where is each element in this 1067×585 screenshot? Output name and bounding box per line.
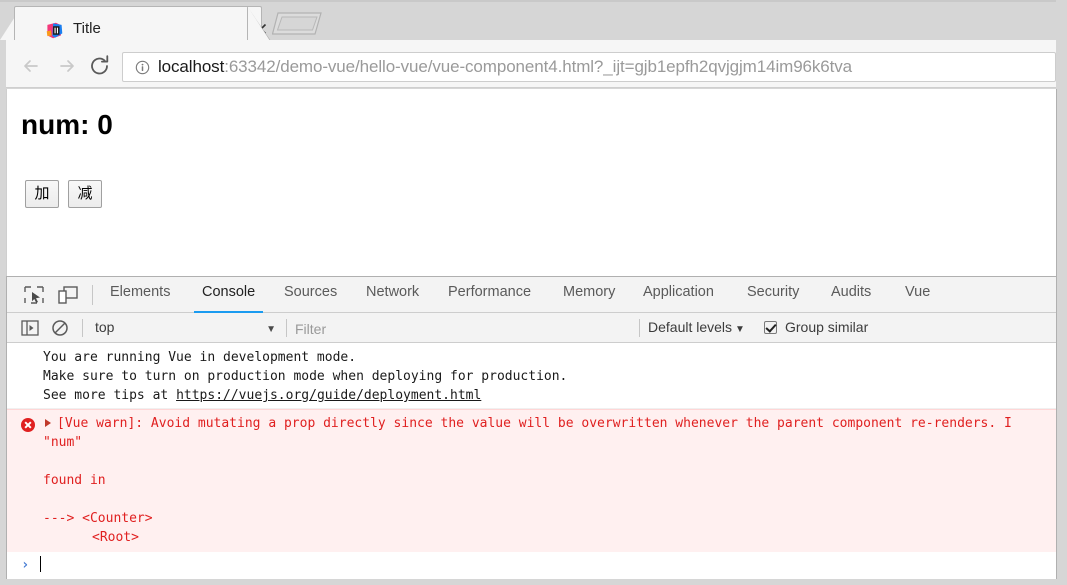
url-text: localhost:63342/demo-vue/hello-vue/vue-c…	[158, 57, 852, 77]
console-error-line-4: ---> <Counter>	[43, 511, 153, 526]
devtools-tabbar: Elements Console Sources Network Perform…	[7, 277, 1056, 313]
console-message-info[interactable]: You are running Vue in development mode.…	[7, 343, 1056, 409]
increment-button[interactable]: 加	[25, 180, 59, 208]
toolbar-divider	[92, 285, 93, 305]
console-levels-dropdown[interactable]: Default levels ▼	[648, 319, 745, 335]
expand-triangle-icon[interactable]	[45, 419, 51, 427]
console-text-caret	[40, 556, 41, 572]
console-info-line-3-prefix: See more tips at	[43, 388, 177, 403]
tab-performance[interactable]: Performance	[448, 284, 531, 312]
console-sidebar-icon[interactable]	[21, 320, 39, 336]
console-levels-label: Default levels	[648, 319, 733, 335]
console-info-line-2: Make sure to turn on production mode whe…	[43, 369, 568, 384]
tab-title: Title	[73, 20, 101, 37]
window-bottom-border	[0, 579, 1067, 585]
url-path: :63342/demo-vue/hello-vue/vue-component4…	[224, 57, 853, 76]
console-error-line-1: [Vue warn]: Avoid mutating a prop direct…	[57, 416, 1012, 431]
console-context-label: top	[95, 319, 115, 335]
tab-network[interactable]: Network	[366, 284, 419, 312]
page-viewport: num: 0 加 减	[6, 89, 1056, 276]
info-circle-icon[interactable]	[135, 60, 150, 75]
tab-application[interactable]: Application	[643, 284, 714, 312]
tab-strip: Title	[0, 0, 1067, 41]
back-button-icon[interactable]	[18, 52, 46, 80]
error-icon	[21, 418, 35, 432]
console-error-line-2: "num"	[43, 435, 83, 450]
console-error-line-3: found in	[43, 473, 106, 488]
page-title: num: 0	[21, 109, 113, 140]
tab-right-edge	[247, 6, 271, 41]
device-toolbar-icon[interactable]	[57, 285, 79, 305]
filterbar-divider-1	[82, 319, 83, 337]
tab-elements[interactable]: Elements	[110, 284, 170, 312]
chevron-down-icon: ▼	[266, 324, 276, 335]
filterbar-divider-2	[286, 319, 287, 337]
clear-console-icon[interactable]	[51, 319, 69, 337]
inspect-element-icon[interactable]	[23, 285, 45, 305]
console-context-dropdown[interactable]: top ▼	[95, 318, 280, 339]
decrement-button[interactable]: 减	[68, 180, 102, 208]
group-similar-label: Group similar	[785, 319, 869, 335]
tab-audits[interactable]: Audits	[831, 284, 871, 312]
console-prompt[interactable]: ›	[7, 552, 1056, 579]
browser-window: Title localhost:63342/demo-vue/hello-vue…	[0, 0, 1067, 585]
reload-button-icon[interactable]	[86, 52, 114, 80]
intellij-idea-favicon-icon	[46, 22, 63, 39]
console-error-line-5: <Root>	[92, 530, 139, 545]
console-info-line-3: See more tips at https://vuejs.org/guide…	[43, 386, 1056, 405]
group-similar-checkbox[interactable]	[764, 321, 777, 334]
console-error-spacer-1	[7, 452, 1056, 471]
tab-console[interactable]: Console	[193, 284, 264, 313]
new-tab-button[interactable]	[272, 10, 324, 37]
vue-deployment-link[interactable]: https://vuejs.org/guide/deployment.html	[176, 388, 481, 403]
console-error-spacer-2	[7, 490, 1056, 509]
console-message-error[interactable]: [Vue warn]: Avoid mutating a prop direct…	[7, 409, 1056, 554]
prompt-arrow-icon: ›	[21, 557, 30, 573]
tab-strip-top-edge	[0, 0, 1067, 2]
console-info-line-1: You are running Vue in development mode.	[43, 350, 357, 365]
tab-memory[interactable]: Memory	[563, 284, 615, 312]
address-bar[interactable]: localhost:63342/demo-vue/hello-vue/vue-c…	[122, 52, 1056, 82]
window-left-border	[0, 40, 6, 585]
window-right-border	[1056, 0, 1067, 585]
devtools-panel: Elements Console Sources Network Perform…	[6, 276, 1056, 579]
console-output[interactable]: You are running Vue in development mode.…	[7, 343, 1056, 579]
forward-button-icon[interactable]	[52, 52, 80, 80]
browser-tab[interactable]: Title	[14, 6, 267, 40]
filterbar-divider-3	[639, 319, 640, 337]
console-filter-input[interactable]	[295, 318, 635, 339]
tab-security[interactable]: Security	[747, 284, 799, 312]
chevron-down-icon: ▼	[735, 324, 745, 335]
url-host: localhost	[158, 57, 225, 76]
window-right-inner-border	[1056, 89, 1057, 579]
tab-vue[interactable]: Vue	[905, 284, 930, 312]
tab-sources[interactable]: Sources	[284, 284, 337, 312]
console-filter-bar: top ▼ Default levels▼ Group similar	[7, 313, 1056, 343]
